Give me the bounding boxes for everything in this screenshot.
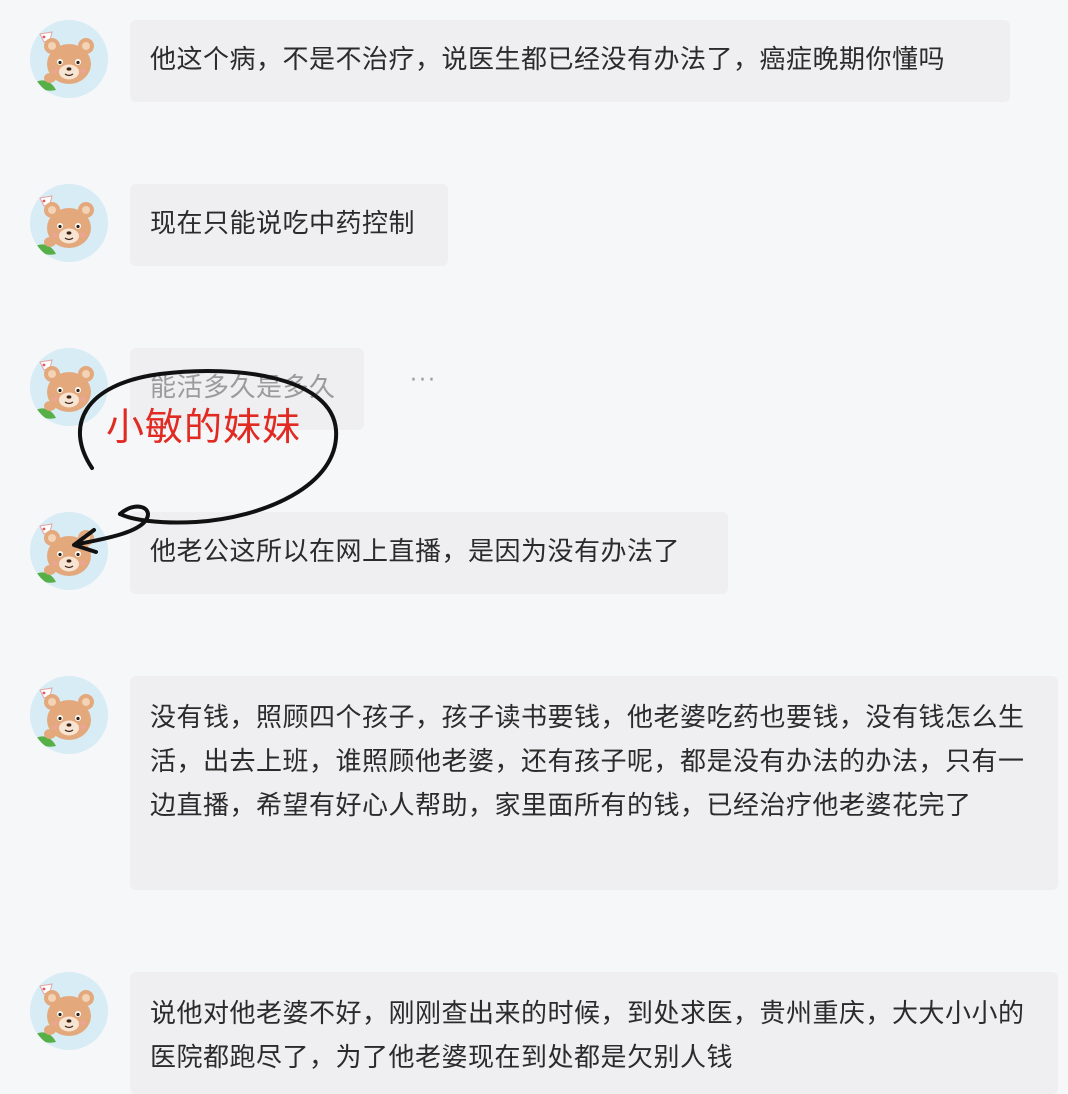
- message-text: 说他对他老婆不好，刚刚查出来的时候，到处求医，贵州重庆，大大小小的医院都跑尽了，…: [150, 999, 1025, 1073]
- message-text: 他老公这所以在网上直播，是因为没有办法了: [150, 537, 681, 567]
- message-bubble: 没有钱，照顾四个孩子，孩子读书要钱，他老婆吃药也要钱，没有钱怎么生活，出去上班，…: [130, 676, 1058, 890]
- annotation-label: 小敏的妹妹: [106, 405, 302, 449]
- message-text: 没有钱，照顾四个孩子，孩子读书要钱，他老婆吃药也要钱，没有钱怎么生活，出去上班，…: [150, 703, 1025, 821]
- bear-avatar-icon[interactable]: [30, 348, 108, 426]
- message-bubble: 他老公这所以在网上直播，是因为没有办法了: [130, 512, 728, 594]
- bear-avatar-icon: [30, 348, 108, 426]
- message-text: 他这个病，不是不治疗，说医生都已经没有办法了，癌症晚期你懂吗: [150, 45, 946, 75]
- bear-avatar-icon: [30, 676, 108, 754]
- message-text: 能活多久是多久: [150, 373, 336, 403]
- bear-avatar-icon[interactable]: [30, 512, 108, 590]
- bear-avatar-icon: [30, 184, 108, 262]
- bear-avatar-icon[interactable]: [30, 972, 108, 1050]
- more-options-icon[interactable]: ···: [410, 368, 437, 393]
- bear-avatar-icon[interactable]: [30, 676, 108, 754]
- bear-avatar-icon: [30, 512, 108, 590]
- bear-avatar-icon[interactable]: [30, 20, 108, 98]
- message-bubble: 说他对他老婆不好，刚刚查出来的时候，到处求医，贵州重庆，大大小小的医院都跑尽了，…: [130, 972, 1058, 1094]
- bear-avatar-icon[interactable]: [30, 184, 108, 262]
- bear-avatar-icon: [30, 972, 108, 1050]
- message-bubble: 他这个病，不是不治疗，说医生都已经没有办法了，癌症晚期你懂吗: [130, 20, 1010, 102]
- message-text: 现在只能说吃中药控制: [150, 209, 416, 239]
- bear-avatar-icon: [30, 20, 108, 98]
- message-bubble: 现在只能说吃中药控制: [130, 184, 448, 266]
